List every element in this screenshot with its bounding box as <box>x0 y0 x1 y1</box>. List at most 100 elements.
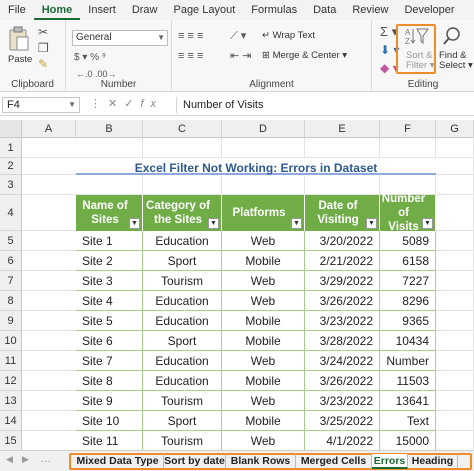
table-cell[interactable]: Site 4 <box>76 291 143 311</box>
column-header-f[interactable]: F <box>380 120 436 138</box>
table-cell[interactable]: Tourism <box>143 431 222 450</box>
wrap-text-button[interactable]: ↵ Wrap Text <box>262 30 315 41</box>
table-cell[interactable]: Web <box>222 291 305 311</box>
sheet-tab-errors[interactable]: Errors <box>372 454 408 469</box>
table-cell[interactable]: Site 2 <box>76 251 143 271</box>
copy-icon[interactable]: ❐ <box>38 42 49 54</box>
next-sheet-icon[interactable]: ▶ <box>22 454 29 465</box>
table-cell[interactable]: Site 9 <box>76 391 143 411</box>
fx-icon[interactable]: fx <box>140 98 163 110</box>
table-cell[interactable]: Mobile <box>222 411 305 431</box>
table-cell[interactable]: 10434 <box>380 331 436 351</box>
table-cell[interactable]: 3/23/2022 <box>305 311 380 331</box>
prev-sheet-icon[interactable]: ◀ <box>6 454 13 465</box>
paste-icon[interactable] <box>8 26 30 52</box>
orientation-icon[interactable]: ⟋ ▾ <box>230 30 246 42</box>
tab-file[interactable]: File <box>0 0 34 20</box>
table-cell[interactable]: 7227 <box>380 271 436 291</box>
table-cell[interactable]: Site 1 <box>76 231 143 251</box>
table-cell[interactable]: Tourism <box>143 391 222 411</box>
table-cell[interactable]: 13641 <box>380 391 436 411</box>
table-cell[interactable]: 15000 <box>380 431 436 450</box>
table-cell[interactable]: 11503 <box>380 371 436 391</box>
tab-insert[interactable]: Insert <box>80 0 124 20</box>
number-format-dropdown[interactable]: General ▼ <box>72 30 168 46</box>
cut-icon[interactable]: ✂ <box>38 26 48 38</box>
align-left-icon[interactable]: ≡ ≡ ≡ <box>178 50 203 62</box>
table-cell[interactable]: 3/20/2022 <box>305 231 380 251</box>
currency-icon[interactable]: $ ▾ % ⁹ <box>74 52 106 64</box>
column-header-b[interactable]: B <box>76 120 143 138</box>
table-cell[interactable]: 8296 <box>380 291 436 311</box>
table-cell[interactable]: 6158 <box>380 251 436 271</box>
column-header-d[interactable]: D <box>222 120 305 138</box>
table-cell[interactable]: Sport <box>143 411 222 431</box>
table-cell[interactable]: 3/23/2022 <box>305 391 380 411</box>
table-header-cell[interactable]: Date of Visiting ▼ <box>305 195 380 231</box>
sheet-tab-merged-cells[interactable]: Merged Cells <box>296 454 372 469</box>
table-cell[interactable]: 4/1/2022 <box>305 431 380 450</box>
table-cell[interactable]: 3/28/2022 <box>305 331 380 351</box>
table-cell[interactable]: Site 6 <box>76 331 143 351</box>
sheet-tab-mixed-data-type[interactable]: Mixed Data Type <box>72 454 164 469</box>
table-cell[interactable]: 3/25/2022 <box>305 411 380 431</box>
table-cell[interactable]: Web <box>222 351 305 371</box>
row-header-5[interactable]: 5 <box>0 231 22 251</box>
table-cell[interactable]: Site 10 <box>76 411 143 431</box>
column-header-g[interactable]: G <box>436 120 474 138</box>
filter-dropdown-icon[interactable]: ▼ <box>208 218 219 229</box>
table-cell[interactable]: Site 8 <box>76 371 143 391</box>
table-cell[interactable]: Tourism <box>143 271 222 291</box>
column-header-c[interactable]: C <box>143 120 222 138</box>
filter-dropdown-icon[interactable]: ▼ <box>129 218 140 229</box>
table-cell[interactable]: Site 3 <box>76 271 143 291</box>
row-header-10[interactable]: 10 <box>0 331 22 351</box>
table-cell[interactable]: 5089 <box>380 231 436 251</box>
tab-data[interactable]: Data <box>305 0 344 20</box>
filter-dropdown-icon[interactable]: ▼ <box>366 218 377 229</box>
table-cell[interactable]: Web <box>222 431 305 450</box>
cancel-icon[interactable]: ✕ <box>108 98 124 110</box>
table-cell[interactable]: Mobile <box>222 251 305 271</box>
align-top-icon[interactable]: ≡ ≡ ≡ <box>178 30 203 42</box>
table-cell[interactable]: Sport <box>143 331 222 351</box>
enter-icon[interactable]: ✓ <box>124 98 140 110</box>
row-header-14[interactable]: 14 <box>0 411 22 431</box>
table-cell[interactable]: Text <box>380 411 436 431</box>
table-cell[interactable]: 3/26/2022 <box>305 371 380 391</box>
row-header-1[interactable]: 1 <box>0 138 22 158</box>
format-painter-icon[interactable]: ✎ <box>38 58 48 70</box>
table-cell[interactable]: Number <box>380 351 436 371</box>
row-header-15[interactable]: 15 <box>0 431 22 450</box>
tab-formulas[interactable]: Formulas <box>243 0 305 20</box>
row-header-2[interactable]: 2 <box>0 158 22 175</box>
row-header-9[interactable]: 9 <box>0 311 22 331</box>
indent-icon[interactable]: ⇤ ⇥ <box>230 50 252 62</box>
table-cell[interactable]: Mobile <box>222 311 305 331</box>
table-cell[interactable]: Mobile <box>222 331 305 351</box>
worksheet-grid[interactable]: A B C D E F G 1 2 3 4 5 6 7 8 9 10 11 12 13 14 15 Excel Filter… <box>0 120 474 450</box>
merge-center-button[interactable]: ⊞ Merge & Center ▾ <box>262 50 347 61</box>
table-cell[interactable]: 3/24/2022 <box>305 351 380 371</box>
more-sheets-icon[interactable]: … <box>40 453 51 465</box>
table-cell[interactable]: Site 7 <box>76 351 143 371</box>
table-cell[interactable]: Site 11 <box>76 431 143 450</box>
row-header-11[interactable]: 11 <box>0 351 22 371</box>
table-cell[interactable]: Education <box>143 231 222 251</box>
row-header-13[interactable]: 13 <box>0 391 22 411</box>
sheet-tab-blank-rows[interactable]: Blank Rows <box>226 454 296 469</box>
table-cell[interactable]: 9365 <box>380 311 436 331</box>
formula-input[interactable]: Number of Visits <box>176 97 470 113</box>
table-cell[interactable]: 3/29/2022 <box>305 271 380 291</box>
name-box[interactable]: F4 ▼ <box>2 97 80 113</box>
table-cell[interactable]: Education <box>143 311 222 331</box>
table-cell[interactable]: Education <box>143 351 222 371</box>
tab-developer[interactable]: Developer <box>396 0 462 20</box>
table-cell[interactable]: 2/21/2022 <box>305 251 380 271</box>
row-header-6[interactable]: 6 <box>0 251 22 271</box>
table-header-cell[interactable]: Name of Sites ▼ <box>76 195 143 231</box>
column-header-a[interactable]: A <box>22 120 76 138</box>
table-header-cell[interactable]: Number of Visits ▼ <box>380 193 436 233</box>
table-cell[interactable]: Site 5 <box>76 311 143 331</box>
table-cell[interactable]: Web <box>222 271 305 291</box>
